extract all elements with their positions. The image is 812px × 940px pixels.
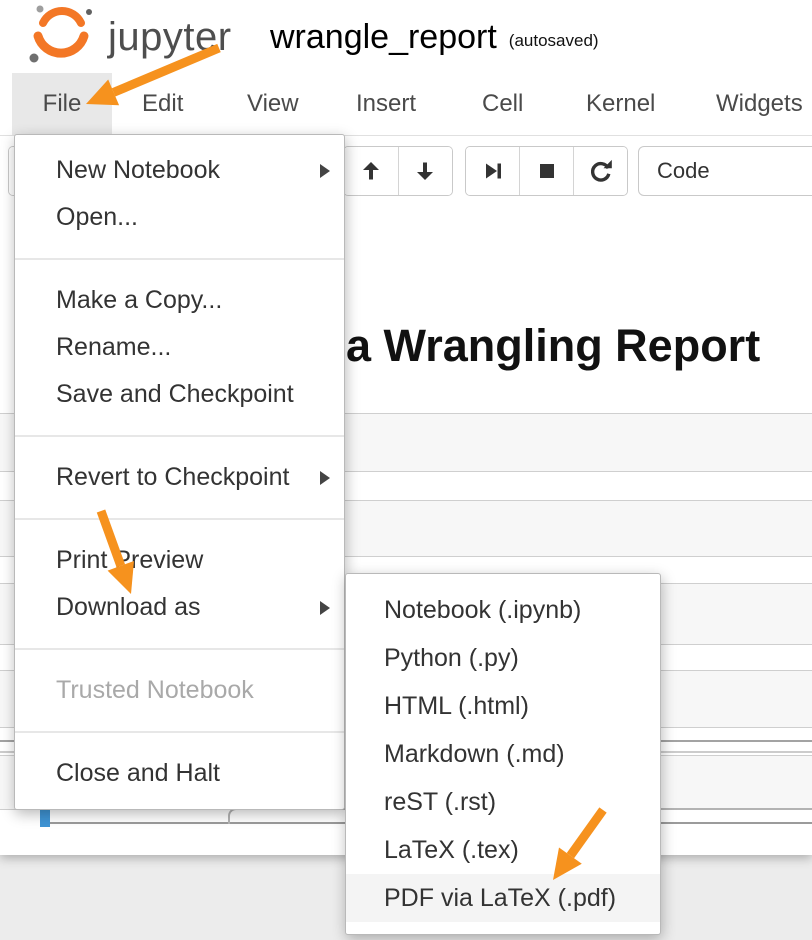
submenu-caret-icon (320, 164, 330, 178)
restart-kernel-button[interactable] (574, 147, 627, 195)
jupyter-notebook-window: jupyter wrangle_report (autosaved) File … (0, 0, 812, 940)
menu-divider (15, 731, 344, 733)
menu-edit[interactable]: Edit (142, 73, 183, 135)
menu-file[interactable]: File (12, 73, 112, 135)
submenu-caret-icon (320, 471, 330, 485)
download-rest-rst[interactable]: reST (.rst) (346, 778, 660, 826)
menu-kernel[interactable]: Kernel (586, 73, 655, 135)
download-html[interactable]: HTML (.html) (346, 682, 660, 730)
menubar: File Edit View Insert Cell Kernel Widget… (0, 73, 812, 136)
menu-divider (15, 648, 344, 650)
run-cell-icon (480, 158, 506, 184)
move-cell-up-button[interactable] (344, 147, 399, 195)
notebook-heading: a Wrangling Report (346, 320, 760, 372)
download-pdf-via-latex[interactable]: PDF via LaTeX (.pdf) (346, 874, 660, 922)
file-menu-print-preview[interactable]: Print Preview (15, 537, 344, 584)
notebook-title[interactable]: wrangle_report (270, 18, 497, 57)
file-menu-revert-to-checkpoint[interactable]: Revert to Checkpoint (15, 454, 344, 501)
file-menu-new-notebook[interactable]: New Notebook (15, 147, 344, 194)
menu-view[interactable]: View (247, 73, 299, 135)
restart-kernel-icon (588, 158, 614, 184)
interrupt-kernel-button[interactable] (520, 147, 574, 195)
move-cell-down-button[interactable] (399, 147, 453, 195)
menu-divider (15, 518, 344, 520)
download-markdown-md[interactable]: Markdown (.md) (346, 730, 660, 778)
jupyter-logo-icon (24, 2, 100, 66)
download-as-submenu: Notebook (.ipynb) Python (.py) HTML (.ht… (345, 573, 661, 935)
menu-divider (15, 258, 344, 260)
move-cell-up-icon (358, 158, 384, 184)
file-menu-open[interactable]: Open... (15, 194, 344, 241)
menu-widgets[interactable]: Widgets (716, 73, 803, 135)
file-menu-save-and-checkpoint[interactable]: Save and Checkpoint (15, 371, 344, 418)
header: jupyter wrangle_report (autosaved) (0, 0, 812, 74)
file-menu-close-and-halt[interactable]: Close and Halt (15, 750, 344, 797)
file-menu-trusted-notebook: Trusted Notebook (15, 667, 344, 714)
download-latex-tex[interactable]: LaTeX (.tex) (346, 826, 660, 874)
download-python-py[interactable]: Python (.py) (346, 634, 660, 682)
move-cell-down-icon (412, 158, 438, 184)
toolbar-group-run (465, 146, 628, 196)
jupyter-logo[interactable]: jupyter (24, 2, 232, 66)
toolbar-group-move (343, 146, 453, 196)
interrupt-kernel-icon (534, 158, 560, 184)
jupyter-logo-text: jupyter (108, 9, 232, 60)
file-menu-rename[interactable]: Rename... (15, 324, 344, 371)
submenu-caret-icon (320, 601, 330, 615)
menu-insert[interactable]: Insert (356, 73, 416, 135)
run-cell-button[interactable] (466, 147, 520, 195)
autosave-status: (autosaved) (509, 31, 599, 51)
cell-type-select[interactable]: Code (638, 146, 812, 196)
menu-divider (15, 435, 344, 437)
file-dropdown-menu: New Notebook Open... Make a Copy... Rena… (14, 134, 345, 810)
file-menu-download-as[interactable]: Download as (15, 584, 344, 631)
file-menu-make-a-copy[interactable]: Make a Copy... (15, 277, 344, 324)
download-notebook-ipynb[interactable]: Notebook (.ipynb) (346, 586, 660, 634)
menu-cell[interactable]: Cell (482, 73, 523, 135)
